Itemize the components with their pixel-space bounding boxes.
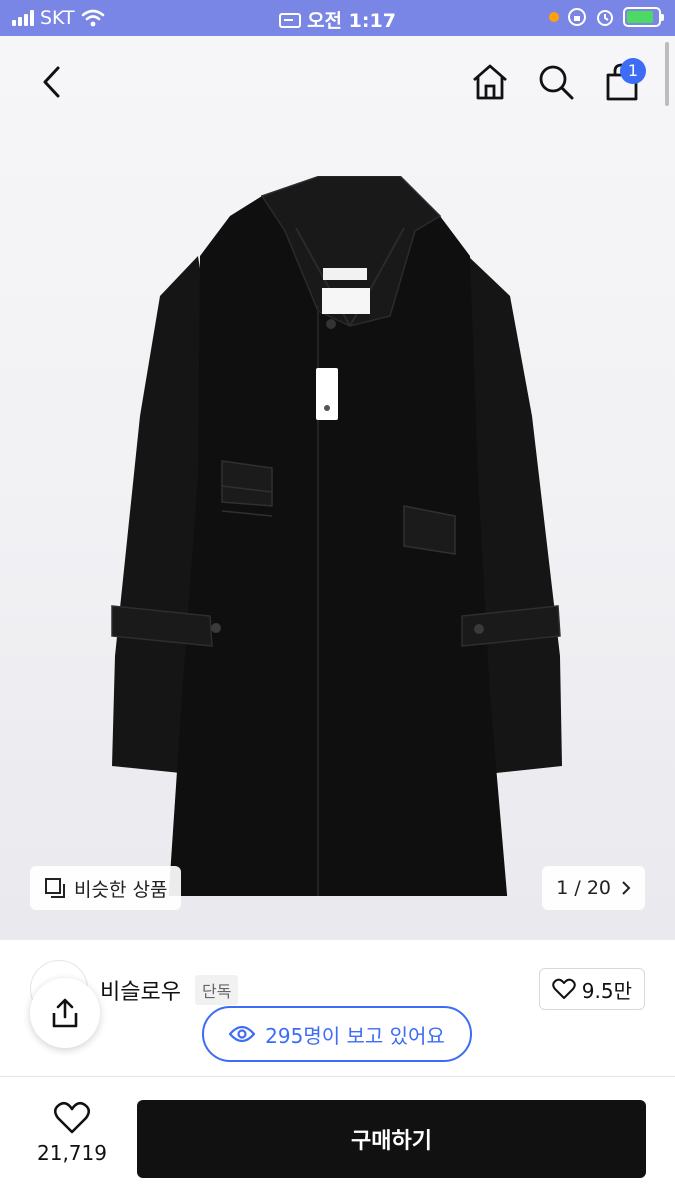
back-button[interactable] — [28, 58, 76, 106]
viewers-count-pill: 295명이 보고 있어요 — [202, 1006, 472, 1062]
cart-count-badge: 1 — [620, 58, 646, 84]
chevron-left-icon — [43, 66, 60, 98]
search-icon — [539, 65, 574, 100]
similar-products-button[interactable]: 비슷한 상품 — [30, 866, 182, 910]
coat-product-image — [111, 176, 562, 896]
bottom-action-bar: 21,719 구매하기 — [0, 1076, 675, 1200]
image-page-indicator[interactable]: 1 / 20 — [542, 866, 645, 910]
privacy-dot-icon — [549, 12, 559, 22]
brand-name[interactable]: 비슬로우 — [100, 974, 181, 1006]
alarm-icon — [597, 10, 613, 26]
cart-button[interactable]: 1 — [598, 58, 646, 106]
screen-mirror-icon — [279, 13, 302, 28]
eye-icon — [229, 1025, 256, 1043]
copy-icon — [45, 878, 65, 898]
exclusive-badge: 단독 — [195, 975, 239, 1005]
battery-icon — [623, 7, 664, 27]
brand-like-button[interactable]: 9.5만 — [538, 968, 645, 1010]
heart-icon — [53, 1101, 91, 1134]
brand-like-count: 9.5만 — [581, 978, 632, 1003]
share-icon — [52, 998, 78, 1028]
viewers-text: 295명이 보고 있어요 — [265, 1023, 445, 1048]
chevron-right-icon — [622, 881, 631, 895]
product-image-gallery[interactable]: 1 비슷한 상품 1 / 20 — [0, 36, 675, 940]
home-icon — [473, 64, 507, 100]
buy-button[interactable]: 구매하기 — [137, 1100, 646, 1178]
scrollbar — [665, 42, 669, 106]
search-button[interactable] — [532, 58, 580, 106]
status-bar: SKT 오전 1:17 — [0, 0, 675, 36]
heart-icon — [552, 978, 576, 999]
home-button[interactable] — [466, 58, 514, 106]
wishlist-button[interactable]: 21,719 — [28, 1101, 116, 1165]
share-button[interactable] — [30, 978, 100, 1048]
wishlist-count: 21,719 — [37, 1141, 107, 1165]
page-indicator-label: 1 / 20 — [556, 877, 611, 899]
similar-products-label: 비슷한 상품 — [74, 878, 168, 901]
rotation-lock-icon — [568, 8, 586, 26]
